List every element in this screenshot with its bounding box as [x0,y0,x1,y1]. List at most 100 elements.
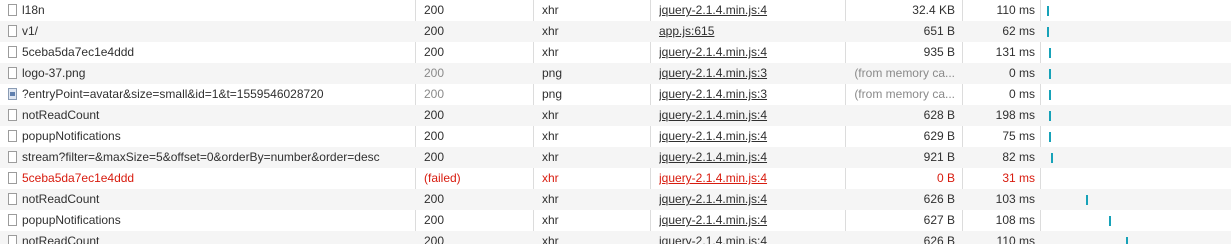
document-icon [8,193,17,205]
request-size: 626 B [923,234,955,244]
waterfall-bar [1047,6,1049,16]
request-name-cell[interactable]: popupNotifications [8,210,414,231]
document-icon [8,214,17,226]
request-row[interactable]: popupNotifications 200 xhr jquery-2.1.4.… [0,210,1231,231]
request-name-cell[interactable]: popupNotifications [8,126,414,147]
waterfall-cell [1043,126,1231,147]
request-initiator-link[interactable]: jquery-2.1.4.min.js:4 [659,0,839,21]
waterfall-cell [1043,63,1231,84]
request-status: 200 [424,66,445,80]
waterfall-bar [1051,153,1053,163]
request-name: popupNotifications [22,213,121,227]
request-name: l18n [22,3,45,17]
waterfall-bar [1049,90,1051,100]
waterfall-cell [1043,84,1231,105]
request-type: xhr [542,24,559,38]
request-name-cell[interactable]: 5ceba5da7ec1e4ddd [8,168,414,189]
request-status: 200 [424,129,445,143]
request-size: 921 B [923,150,955,164]
request-initiator-link[interactable]: jquery-2.1.4.min.js:4 [659,189,839,210]
request-type: png [542,87,563,101]
request-row[interactable]: notReadCount 200 xhr jquery-2.1.4.min.js… [0,231,1231,244]
request-initiator-link[interactable]: jquery-2.1.4.min.js:4 [659,105,839,126]
request-initiator-link[interactable]: jquery-2.1.4.min.js:3 [659,84,839,105]
waterfall-bar [1109,216,1111,226]
request-name: 5ceba5da7ec1e4ddd [22,171,135,185]
request-name-cell[interactable]: notReadCount [8,105,414,126]
request-type: png [542,66,563,80]
request-time: 0 ms [1008,66,1035,80]
request-name: v1/ [22,24,39,38]
request-initiator-link[interactable]: jquery-2.1.4.min.js:4 [659,126,839,147]
request-initiator-link[interactable]: jquery-2.1.4.min.js:4 [659,231,839,244]
request-row[interactable]: stream?filter=&maxSize=5&offset=0&orderB… [0,147,1231,168]
request-size: 628 B [923,108,955,122]
request-name: popupNotifications [22,129,121,143]
document-icon [8,67,17,79]
request-initiator-link[interactable]: jquery-2.1.4.min.js:4 [659,42,839,63]
request-status: 200 [424,3,445,17]
request-type: xhr [542,234,559,244]
document-icon [8,46,17,58]
request-size: 0 B [936,171,955,185]
request-status: 200 [424,45,445,59]
waterfall-cell [1043,105,1231,126]
request-name-cell[interactable]: notReadCount [8,231,414,244]
waterfall-cell [1043,42,1231,63]
request-size: 626 B [923,192,955,206]
request-name-cell[interactable]: notReadCount [8,189,414,210]
request-status: 200 [424,108,445,122]
request-status: 200 [424,24,445,38]
request-row[interactable]: l18n 200 xhr jquery-2.1.4.min.js:4 32.4 … [0,0,1231,21]
request-row[interactable]: popupNotifications 200 xhr jquery-2.1.4.… [0,126,1231,147]
request-name-cell[interactable]: ?entryPoint=avatar&size=small&id=1&t=155… [8,84,414,105]
request-row[interactable]: ?entryPoint=avatar&size=small&id=1&t=155… [0,84,1231,105]
request-type: xhr [542,150,559,164]
request-initiator-link[interactable]: jquery-2.1.4.min.js:4 [659,168,839,189]
request-size: 32.4 KB [912,3,955,17]
request-row[interactable]: notReadCount 200 xhr jquery-2.1.4.min.js… [0,189,1231,210]
request-name: notReadCount [22,192,100,206]
request-status: (failed) [424,171,461,185]
request-size: 627 B [923,213,955,227]
waterfall-cell [1043,168,1231,189]
request-name: 5ceba5da7ec1e4ddd [22,45,135,59]
request-type: xhr [542,171,559,185]
request-row[interactable]: 5ceba5da7ec1e4ddd (failed) xhr jquery-2.… [0,168,1231,189]
request-type: xhr [542,129,559,143]
request-row[interactable]: 5ceba5da7ec1e4ddd 200 xhr jquery-2.1.4.m… [0,42,1231,63]
request-type: xhr [542,192,559,206]
waterfall-bar [1049,111,1051,121]
request-size: 651 B [923,24,955,38]
request-name-cell[interactable]: 5ceba5da7ec1e4ddd [8,42,414,63]
request-initiator-link[interactable]: jquery-2.1.4.min.js:4 [659,210,839,231]
request-initiator-link[interactable]: jquery-2.1.4.min.js:4 [659,147,839,168]
request-initiator-link[interactable]: jquery-2.1.4.min.js:3 [659,63,839,84]
request-row[interactable]: logo-37.png 200 png jquery-2.1.4.min.js:… [0,63,1231,84]
waterfall-bar [1047,27,1049,37]
request-initiator-link[interactable]: app.js:615 [659,21,839,42]
document-icon [8,172,17,184]
request-name-cell[interactable]: logo-37.png [8,63,414,84]
request-name-cell[interactable]: stream?filter=&maxSize=5&offset=0&orderB… [8,147,414,168]
request-name-cell[interactable]: v1/ [8,21,414,42]
waterfall-bar [1049,69,1051,79]
request-type: xhr [542,108,559,122]
request-time: 108 ms [995,213,1035,227]
document-icon [8,151,17,163]
network-request-table: l18n 200 xhr jquery-2.1.4.min.js:4 32.4 … [0,0,1231,244]
request-name-cell[interactable]: l18n [8,0,414,21]
request-name: logo-37.png [22,66,86,80]
request-name: stream?filter=&maxSize=5&offset=0&orderB… [22,150,380,164]
waterfall-cell [1043,231,1231,244]
request-time: 82 ms [1002,150,1035,164]
request-row[interactable]: notReadCount 200 xhr jquery-2.1.4.min.js… [0,105,1231,126]
request-status: 200 [424,87,445,101]
request-size: 935 B [923,45,955,59]
document-icon [8,25,17,37]
request-row[interactable]: v1/ 200 xhr app.js:615 651 B 62 ms [0,21,1231,42]
request-size: 629 B [923,129,955,143]
waterfall-bar [1086,195,1088,205]
waterfall-bar [1126,237,1128,244]
request-status: 200 [424,192,445,206]
